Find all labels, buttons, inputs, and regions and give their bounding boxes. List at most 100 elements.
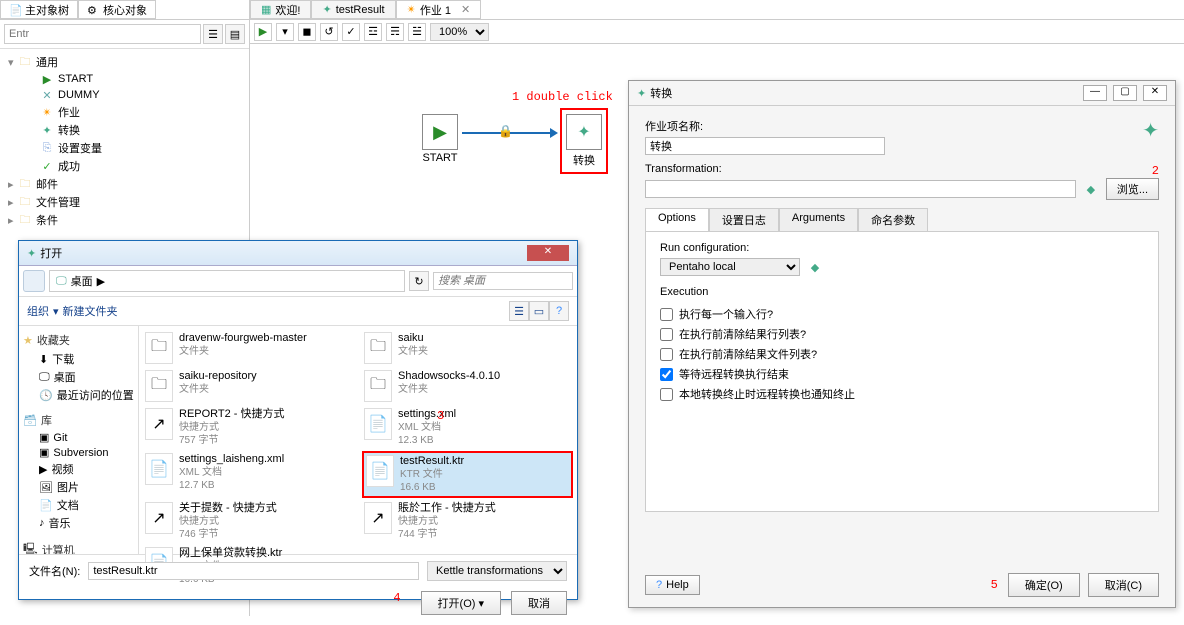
tab-log[interactable]: 设置日志 [709,208,779,231]
run-button[interactable]: ▶ [254,23,272,41]
file-item[interactable]: ↗賬於工作 - 快捷方式快捷方式744 字节 [362,500,573,543]
file-item[interactable]: 🗀dravenw-fourgweb-master文件夹 [143,330,354,366]
file-item[interactable]: 🗀saiku-repository文件夹 [143,368,354,404]
tab-main-tree-label: 主对象树 [25,2,69,18]
sidebar-desktop[interactable]: 🖵桌面 [23,368,134,386]
file-item[interactable]: 📄settings.xmlXML 文档12.3 KB [362,406,573,449]
cancel-button[interactable]: 取消 [511,591,567,615]
tab-test-result[interactable]: ✦testResult [311,0,395,19]
stop-button[interactable]: ◼ [298,23,316,41]
check-row-3[interactable]: 在执行前清除结果文件列表? [660,344,1144,364]
run-options-button[interactable]: ▾ [276,23,294,41]
sidebar-video[interactable]: ▶视频 [23,460,134,478]
file-info: saiku-repository文件夹 [179,370,257,402]
verify-button[interactable]: ✓ [342,23,360,41]
minimize-button[interactable]: — [1083,85,1107,101]
sidebar-downloads[interactable]: ⬇下载 [23,350,134,368]
check-abort-remote[interactable] [660,388,673,401]
run-config-select[interactable]: Pentaho local [660,258,800,276]
help-icon: ? [656,579,662,591]
impact-button[interactable]: ☲ [364,23,382,41]
view-mode-button[interactable]: ☰ [509,301,529,321]
search-row: ☰ ▤ [0,20,249,49]
sidebar-libraries[interactable]: 🗃库 [23,410,134,430]
collapse-all-button[interactable]: ▤ [225,24,245,44]
file-item[interactable]: 🗀saiku文件夹 [362,330,573,366]
preview-button[interactable]: ▭ [529,301,549,321]
tab-welcome[interactable]: ▦欢迎! [250,0,311,19]
file-item[interactable]: ↗REPORT2 - 快捷方式快捷方式757 字节 [143,406,354,449]
file-dialog-titlebar[interactable]: ✦ 打开 ✕ [19,241,577,266]
check-row-1[interactable]: 执行每一个输入行? [660,304,1144,324]
tree-item-start[interactable]: ▶START [4,71,245,87]
close-button[interactable]: ✕ [527,245,569,261]
sidebar-svn[interactable]: ▣Subversion [23,445,134,460]
job-item-name-input[interactable] [645,137,885,155]
new-folder-button[interactable]: 新建文件夹 [63,303,118,319]
sidebar-computer[interactable]: 🖳计算机 [23,538,134,554]
file-item[interactable]: ↗关于提数 - 快捷方式快捷方式746 字节 [143,500,354,543]
tree-item-filemgmt[interactable]: ▸🗀文件管理 [4,193,245,211]
tab-job1[interactable]: ✴作业 1✕ [396,0,482,19]
nav-back-button[interactable] [23,270,45,292]
explore-button[interactable]: ☱ [408,23,426,41]
tab-arguments[interactable]: Arguments [779,208,858,231]
variable-icon[interactable]: ◆ [1082,180,1100,198]
sidebar-docs[interactable]: 📄文档 [23,496,134,514]
check-clear-rows[interactable] [660,328,673,341]
open-button[interactable]: 打开(O) ▾ [421,591,501,615]
file-search-input[interactable] [433,272,573,290]
tree-item-job[interactable]: ✴作业 [4,103,245,121]
tree-item-condition[interactable]: ▸🗀条件 [4,211,245,229]
node-start[interactable]: ▶ START [422,114,458,164]
variable-icon[interactable]: ◆ [806,258,824,276]
filename-input[interactable] [88,562,419,580]
file-filter-select[interactable]: Kettle transformations [427,561,567,581]
close-icon[interactable]: ✕ [461,3,470,16]
search-input[interactable] [4,24,201,44]
play-icon: ▶ [40,72,54,86]
check-clear-files[interactable] [660,348,673,361]
check-exec-each-row[interactable] [660,308,673,321]
file-item[interactable]: 📄settings_laisheng.xmlXML 文档12.7 KB [143,451,354,498]
replay-button[interactable]: ↺ [320,23,338,41]
tree-item-setvar[interactable]: ⎘设置变量 [4,139,245,157]
expand-all-button[interactable]: ☰ [203,24,223,44]
sidebar-recent[interactable]: 🕓最近访问的位置 [23,386,134,404]
sidebar-favorites[interactable]: ★收藏夹 [23,330,134,350]
sidebar-pictures[interactable]: 🖼图片 [23,478,134,496]
file-item[interactable]: 📄testResult.ktrKTR 文件16.6 KB [362,451,573,498]
tree-item-success[interactable]: ✓成功 [4,157,245,175]
tree-item-transform[interactable]: ✦转换 [4,121,245,139]
organize-menu[interactable]: 组织 [27,303,49,319]
check-row-2[interactable]: 在执行前清除结果行列表? [660,324,1144,344]
open-btn-label: 打开(O) [438,598,476,610]
transform-titlebar[interactable]: ✦ 转换 — ▢ ✕ [629,81,1175,106]
browse-button[interactable]: 浏览... [1106,178,1159,200]
check-row-5[interactable]: 本地转换终止时远程转换也通知终止 [660,384,1144,404]
check-wait-remote[interactable] [660,368,673,381]
close-button[interactable]: ✕ [1143,85,1167,101]
ok-button[interactable]: 确定(O) [1008,573,1080,597]
tab-main-tree[interactable]: 📄 主对象树 [0,0,78,19]
sql-button[interactable]: ☴ [386,23,404,41]
sidebar-music[interactable]: ♪音乐 [23,514,134,532]
cancel-button[interactable]: 取消(C) [1088,573,1159,597]
help-button[interactable]: ?Help [645,575,700,595]
tree-item-mail[interactable]: ▸🗀邮件 [4,175,245,193]
breadcrumb[interactable]: 🖵 桌面 ▶ [49,270,405,292]
tab-core-obj[interactable]: ⚙ 核心对象 [78,0,156,19]
zoom-select[interactable]: 100% [430,23,489,41]
tab-options[interactable]: Options [645,208,709,231]
tree-item-general[interactable]: ▾🗀通用 [4,53,245,71]
transformation-path-input[interactable] [645,180,1076,198]
file-item[interactable]: 🗀Shadowsocks-4.0.10文件夹 [362,368,573,404]
tab-params[interactable]: 命名参数 [858,208,928,231]
node-transform[interactable]: ✦ 转换 [560,108,608,174]
help-button[interactable]: ? [549,301,569,321]
tree-item-dummy[interactable]: ✕DUMMY [4,87,245,103]
check-row-4[interactable]: 等待远程转换执行结束 [660,364,1144,384]
maximize-button[interactable]: ▢ [1113,85,1137,101]
sidebar-git[interactable]: ▣Git [23,430,134,445]
refresh-button[interactable]: ↻ [409,271,429,291]
